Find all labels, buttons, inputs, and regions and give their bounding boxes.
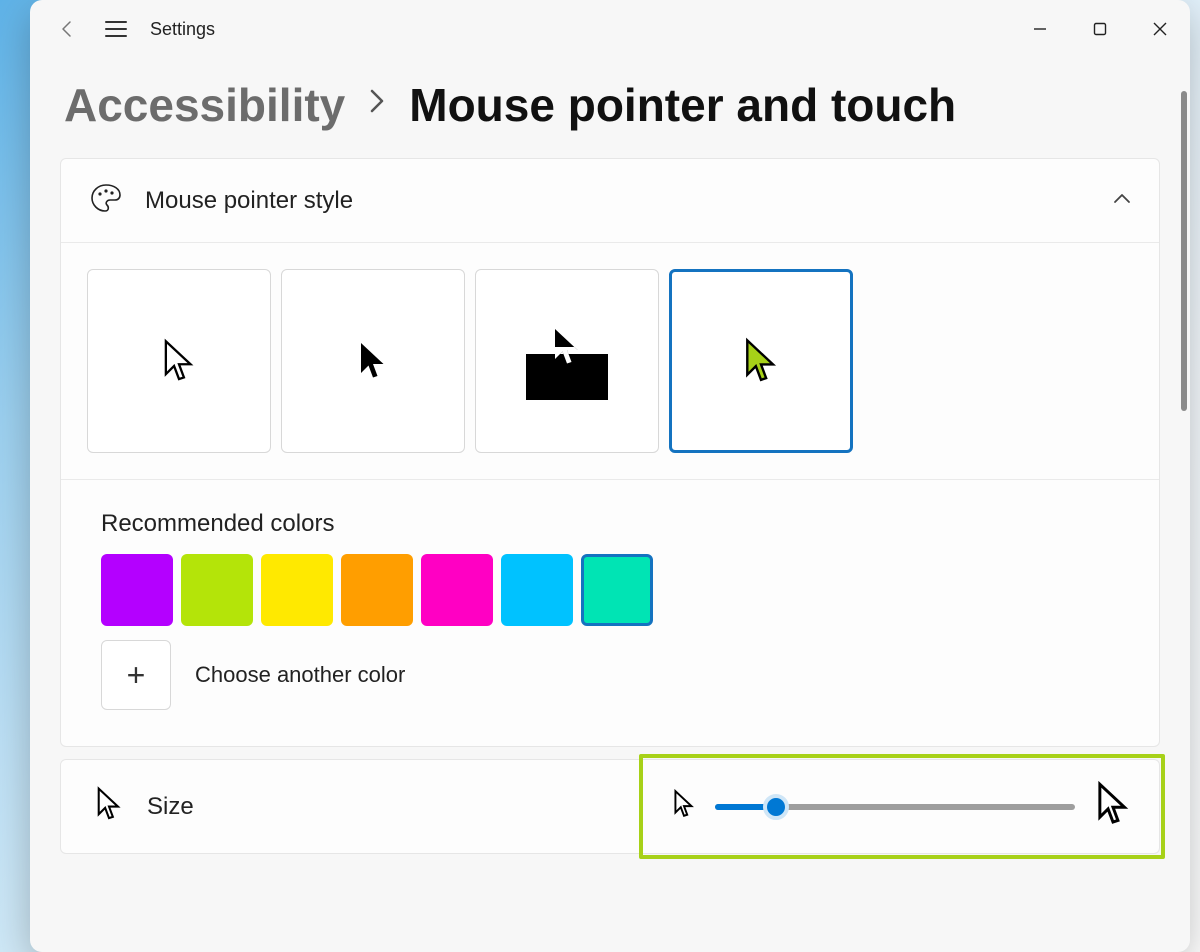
pointer-style-header[interactable]: Mouse pointer style bbox=[61, 159, 1159, 242]
cursor-small-icon bbox=[673, 789, 695, 824]
pointer-style-options bbox=[61, 243, 1159, 479]
cursor-icon bbox=[747, 340, 773, 379]
size-slider[interactable] bbox=[715, 804, 1075, 810]
settings-window: Settings Accessibility Mouse pointer and… bbox=[30, 0, 1190, 952]
color-swatch[interactable] bbox=[341, 554, 413, 626]
titlebar: Settings bbox=[30, 0, 1190, 58]
chevron-right-icon bbox=[367, 86, 387, 125]
color-swatch[interactable] bbox=[261, 554, 333, 626]
scroll-thumb[interactable] bbox=[1181, 91, 1187, 411]
scrollbar[interactable] bbox=[1176, 85, 1190, 952]
pointer-style-black[interactable] bbox=[281, 269, 465, 453]
size-highlight-box bbox=[639, 754, 1165, 859]
color-swatch[interactable] bbox=[421, 554, 493, 626]
pointer-style-panel: Mouse pointer style bbox=[60, 158, 1160, 747]
app-title: Settings bbox=[150, 19, 215, 40]
cursor-large-icon bbox=[1095, 781, 1131, 832]
page-title: Mouse pointer and touch bbox=[409, 78, 956, 132]
menu-button[interactable] bbox=[92, 0, 140, 58]
cursor-icon bbox=[95, 786, 123, 827]
pointer-style-inverted[interactable] bbox=[475, 269, 659, 453]
maximize-button[interactable] bbox=[1070, 9, 1130, 49]
plus-icon[interactable]: + bbox=[101, 640, 171, 710]
size-label: Size bbox=[147, 793, 194, 821]
color-swatch[interactable] bbox=[501, 554, 573, 626]
pointer-style-custom[interactable] bbox=[669, 269, 853, 453]
window-controls bbox=[1010, 9, 1190, 49]
breadcrumb-parent[interactable]: Accessibility bbox=[64, 78, 345, 132]
color-swatch[interactable] bbox=[581, 554, 653, 626]
pointer-style-label: Mouse pointer style bbox=[145, 187, 353, 215]
recommended-colors: Recommended colors + Choose another colo… bbox=[61, 480, 1159, 746]
recommended-colors-label: Recommended colors bbox=[101, 510, 1119, 538]
close-button[interactable] bbox=[1130, 9, 1190, 49]
back-button[interactable] bbox=[44, 0, 92, 58]
choose-color-label: Choose another color bbox=[195, 662, 405, 688]
chevron-up-icon bbox=[1113, 192, 1131, 210]
color-swatch[interactable] bbox=[181, 554, 253, 626]
choose-color-row[interactable]: + Choose another color bbox=[101, 640, 1119, 710]
color-swatch[interactable] bbox=[101, 554, 173, 626]
minimize-button[interactable] bbox=[1010, 9, 1070, 49]
size-panel: Size bbox=[60, 759, 1160, 854]
color-swatches bbox=[101, 554, 1119, 626]
pointer-style-white[interactable] bbox=[87, 269, 271, 453]
slider-thumb[interactable] bbox=[763, 794, 789, 820]
palette-icon bbox=[89, 181, 123, 220]
breadcrumb: Accessibility Mouse pointer and touch bbox=[30, 58, 1190, 142]
